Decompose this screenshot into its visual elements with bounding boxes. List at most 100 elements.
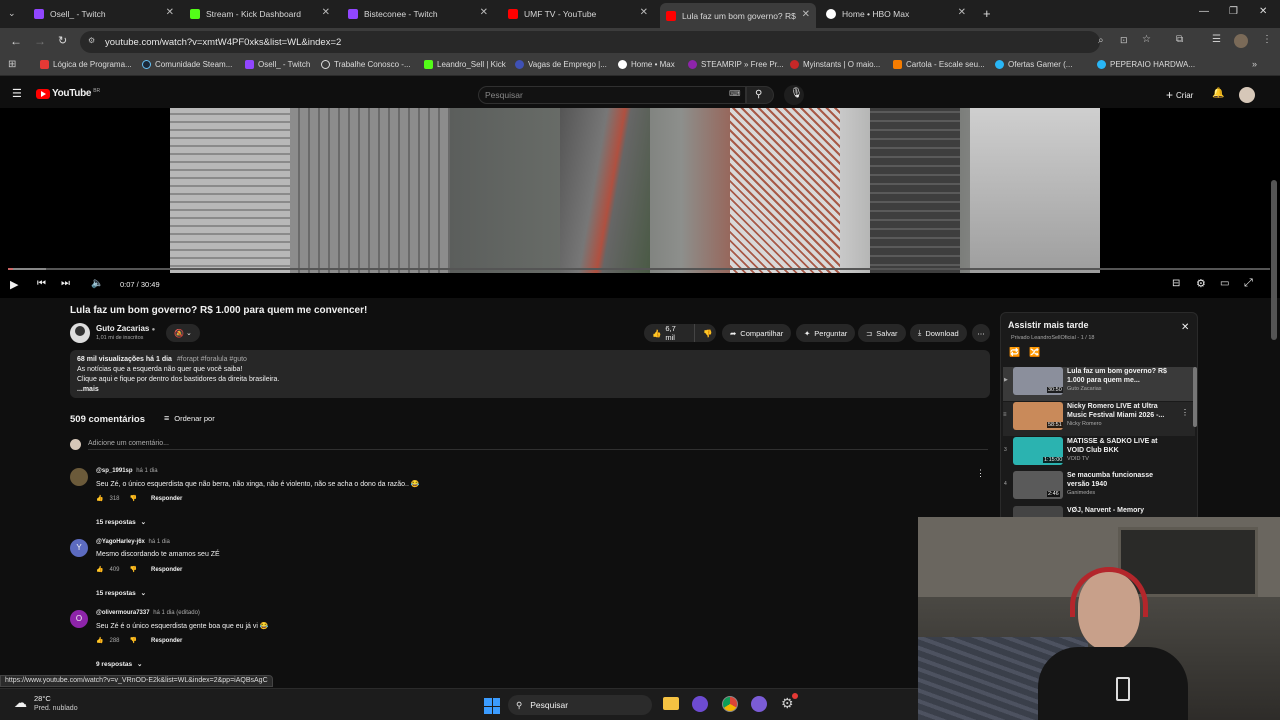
bookmark-item[interactable]: PEPERAIO HARDWA... <box>1097 60 1195 69</box>
comment-author[interactable]: @YagoHarley-j6x <box>96 539 145 545</box>
close-window-icon[interactable]: ✕ <box>1259 6 1267 17</box>
close-icon[interactable]: ✕ <box>802 9 810 20</box>
taskbar-search[interactable]: ⚲ Pesquisar <box>508 695 652 715</box>
tab-umf-youtube[interactable]: UMF TV - YouTube ✕ <box>504 4 654 24</box>
comment-time[interactable]: há 1 dia <box>136 468 157 474</box>
reload-icon[interactable]: ↻ <box>58 34 67 47</box>
voice-search-button[interactable]: 🎙 <box>784 85 804 105</box>
chrome-icon[interactable] <box>722 696 738 712</box>
tab-kick-dashboard[interactable]: Stream - Kick Dashboard ✕ <box>186 4 336 24</box>
sort-comments-button[interactable]: ≡ Ordenar por <box>164 413 215 423</box>
loop-icon[interactable]: 🔁 <box>1009 347 1020 358</box>
channel-name[interactable]: Guto Zacarias ● <box>96 324 155 333</box>
close-icon[interactable]: ✕ <box>480 7 488 18</box>
description-box[interactable]: 68 mil visualizações há 1 dia #forapt #f… <box>70 350 990 398</box>
video-player[interactable]: ▶ ⏮ ⏭ 🔈 0:07 / 30:49 ⊟ ⚙ ▭ ⤢ <box>0 108 1280 298</box>
comment-more-icon[interactable]: ⋮ <box>976 468 985 479</box>
zoom-icon[interactable]: ⌕ <box>1098 35 1104 46</box>
new-tab-icon[interactable]: + <box>983 6 991 21</box>
reply-button[interactable]: Responder <box>151 638 182 644</box>
thumbs-down-icon[interactable]: 👎 <box>130 637 137 644</box>
weather-icon[interactable]: ☁ <box>14 695 27 711</box>
start-button[interactable] <box>484 698 500 714</box>
tab-lula-video[interactable]: Lula faz um bom governo? R$ ✕ <box>660 3 816 28</box>
view-replies-button[interactable]: 15 respostas ⌄ <box>96 589 146 597</box>
discord-app-icon[interactable] <box>751 696 767 712</box>
settings-gear-icon[interactable]: ⚙ <box>1196 277 1206 290</box>
extensions-icon[interactable]: ⧉ <box>1176 34 1183 45</box>
previous-icon[interactable]: ⏮ <box>37 278 46 289</box>
thumbs-down-icon[interactable]: 👎 <box>130 566 137 573</box>
view-replies-button[interactable]: 9 respostas ⌄ <box>96 660 142 668</box>
search-button[interactable]: ⚲ <box>746 86 774 104</box>
tab-twitch-osell[interactable]: Osell_ - Twitch ✕ <box>30 4 180 24</box>
profile-avatar[interactable] <box>1234 34 1248 48</box>
more-bookmarks-icon[interactable]: » <box>1252 59 1257 69</box>
close-playlist-icon[interactable]: ✕ <box>1181 322 1189 333</box>
commenter-avatar[interactable] <box>70 468 88 486</box>
close-icon[interactable]: ✕ <box>322 7 330 18</box>
playlist-item[interactable]: 4 2:46 Se macumba funcionasse versão 194… <box>1003 471 1195 505</box>
page-scrollbar[interactable] <box>1271 180 1277 340</box>
thumbs-up-icon[interactable]: 👍 <box>96 637 103 644</box>
comment-author[interactable]: @olivermoura7337 <box>96 610 150 616</box>
tab-twitch-bistecone[interactable]: Bisteconee - Twitch ✕ <box>344 4 494 24</box>
subscribed-bell-button[interactable]: 🔕 ⌄ <box>166 324 200 342</box>
commenter-avatar[interactable]: O <box>70 610 88 628</box>
bookmark-item[interactable]: Cartola - Escale seu... <box>893 60 985 69</box>
keyboard-icon[interactable]: ⌨ <box>729 89 741 98</box>
item-more-icon[interactable]: ⋮ <box>1181 408 1189 417</box>
apps-grid-icon[interactable]: ⊞ <box>8 59 16 70</box>
next-icon[interactable]: ⏭ <box>61 278 70 289</box>
hamburger-menu-icon[interactable]: ☰ <box>12 87 22 100</box>
channel-avatar[interactable] <box>70 323 90 343</box>
browser-menu-icon[interactable]: ⋮ <box>1262 34 1272 45</box>
minimize-icon[interactable]: — <box>1199 6 1209 17</box>
playlist-title[interactable]: Assistir mais tarde <box>1008 320 1089 330</box>
bookmark-item[interactable]: Vagas de Emprego |... <box>515 60 607 69</box>
tab-search-list-icon[interactable]: ☰ <box>1212 34 1221 45</box>
comment-author[interactable]: @sp_1991sp <box>96 468 133 474</box>
subtitles-icon[interactable]: ⊟ <box>1172 278 1180 289</box>
download-button[interactable]: ⤓ Download <box>910 324 967 342</box>
playlist-item[interactable]: 3 1:15:00 MATISSE & SADKO LIVE at VOID C… <box>1003 437 1195 471</box>
tab-search-icon[interactable]: ⌄ <box>8 8 16 19</box>
playlist-item[interactable]: ▶ 30:50 Lula faz um bom governo? R$ 1.00… <box>1003 367 1195 401</box>
close-icon[interactable]: ✕ <box>958 7 966 18</box>
comment-time[interactable]: há 1 dia (editado) <box>153 610 200 616</box>
bookmark-star-icon[interactable]: ☆ <box>1142 34 1151 45</box>
drag-handle-icon[interactable]: ≡ <box>1003 412 1007 418</box>
weather-temp[interactable]: 28°C <box>34 694 51 703</box>
close-icon[interactable]: ✕ <box>166 7 174 18</box>
youtube-logo[interactable]: YouTube BR <box>36 88 100 99</box>
bookmark-item[interactable]: Lógica de Programa... <box>40 60 132 69</box>
account-avatar[interactable] <box>1239 87 1255 103</box>
theater-mode-icon[interactable]: ▭ <box>1220 278 1229 289</box>
bookmark-item[interactable]: STEAMRIP » Free Pr... <box>688 60 784 69</box>
fullscreen-icon[interactable]: ⤢ <box>1244 277 1253 290</box>
address-bar[interactable]: ⚙ youtube.com/watch?v=xmtW4PF0xks&list=W… <box>80 31 1151 53</box>
like-button[interactable]: 👍 6,7 mil <box>644 324 694 342</box>
play-icon[interactable]: ▶ <box>10 278 18 291</box>
thumbs-up-icon[interactable]: 👍 <box>96 495 103 502</box>
close-icon[interactable]: ✕ <box>640 7 648 18</box>
thumbs-up-icon[interactable]: 👍 <box>96 566 103 573</box>
install-icon[interactable]: ⊡ <box>1120 35 1128 46</box>
maximize-icon[interactable]: ❐ <box>1229 6 1238 17</box>
dislike-button[interactable]: 👎 <box>694 324 716 342</box>
file-explorer-icon[interactable] <box>663 697 679 710</box>
forward-icon[interactable]: → <box>34 34 46 48</box>
progress-bar[interactable] <box>8 268 1270 270</box>
twitch-app-icon[interactable] <box>692 696 708 712</box>
site-info-icon[interactable]: ⚙ <box>88 36 95 45</box>
shuffle-icon[interactable]: 🔀 <box>1029 347 1040 358</box>
commenter-avatar[interactable]: Y <box>70 539 88 557</box>
thumbs-down-icon[interactable]: 👎 <box>130 495 137 502</box>
create-button[interactable]: + Criar <box>1166 88 1193 102</box>
more-actions-button[interactable]: ⋯ <box>972 324 990 342</box>
reply-button[interactable]: Responder <box>151 496 182 502</box>
playlist-item[interactable]: ≡ 58:51 Nicky Romero LIVE at Ultra Music… <box>1003 402 1195 436</box>
ask-button[interactable]: ✦ Perguntar <box>796 324 856 342</box>
bookmark-item[interactable]: Osell_ - Twitch <box>245 60 310 69</box>
share-button[interactable]: ➦ Compartilhar <box>722 324 792 342</box>
